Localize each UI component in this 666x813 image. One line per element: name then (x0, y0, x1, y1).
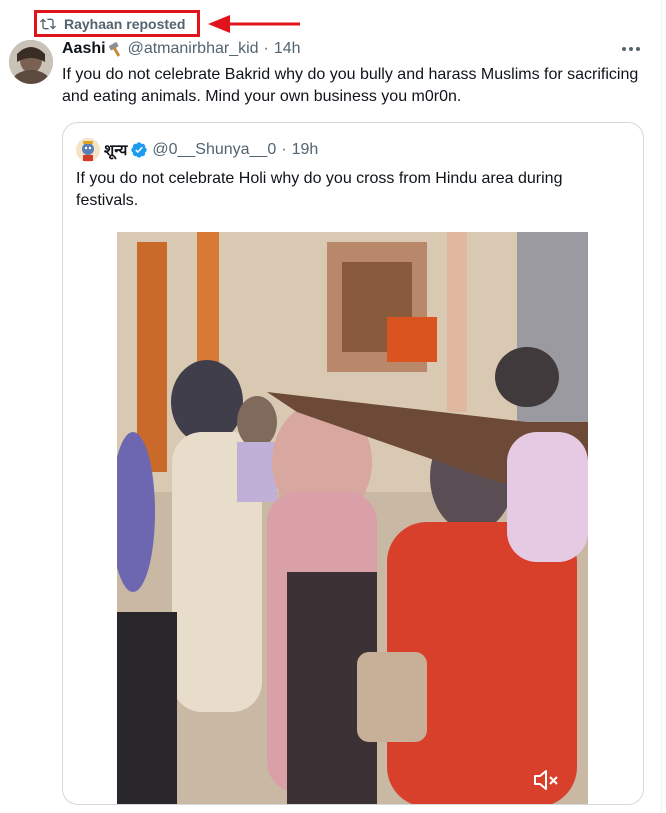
volume-muted-icon[interactable] (533, 769, 559, 791)
quoted-header: शून्य @0__Shunya__0 · 19h (76, 138, 318, 162)
post-header: Aashi @atmanirbhar_kid · 14h (62, 39, 631, 59)
post-text: If you do not celebrate Bakrid why do yo… (62, 66, 639, 105)
quoted-author-name[interactable]: शून्य (104, 140, 127, 160)
repost-indicator[interactable]: Rayhaan reposted (34, 10, 200, 37)
repost-label: Rayhaan reposted (64, 15, 186, 32)
author-handle[interactable]: @atmanirbhar_kid (128, 40, 259, 58)
timeline-post[interactable]: Rayhaan reposted Aashi @atmanirbhar_kid … (0, 0, 662, 813)
repost-icon (40, 18, 56, 29)
quoted-avatar[interactable] (76, 138, 100, 162)
quoted-separator-dot: · (281, 141, 287, 158)
separator-dot: · (263, 40, 269, 57)
more-options-icon[interactable] (622, 44, 644, 54)
quoted-post[interactable]: शून्य @0__Shunya__0 · 19h If you do not … (62, 122, 644, 805)
quoted-author-handle[interactable]: @0__Shunya__0 (152, 141, 276, 159)
post-time[interactable]: 14h (274, 40, 301, 58)
quoted-post-time[interactable]: 19h (292, 141, 319, 159)
author-name[interactable]: Aashi (62, 40, 106, 58)
avatar[interactable] (9, 40, 53, 84)
verified-badge-icon (131, 142, 148, 158)
quoted-post-text: If you do not celebrate Holi why do you … (76, 170, 563, 209)
hammer-icon (108, 42, 120, 57)
quoted-post-video[interactable] (117, 232, 588, 804)
annotation-arrow-icon (208, 15, 300, 33)
